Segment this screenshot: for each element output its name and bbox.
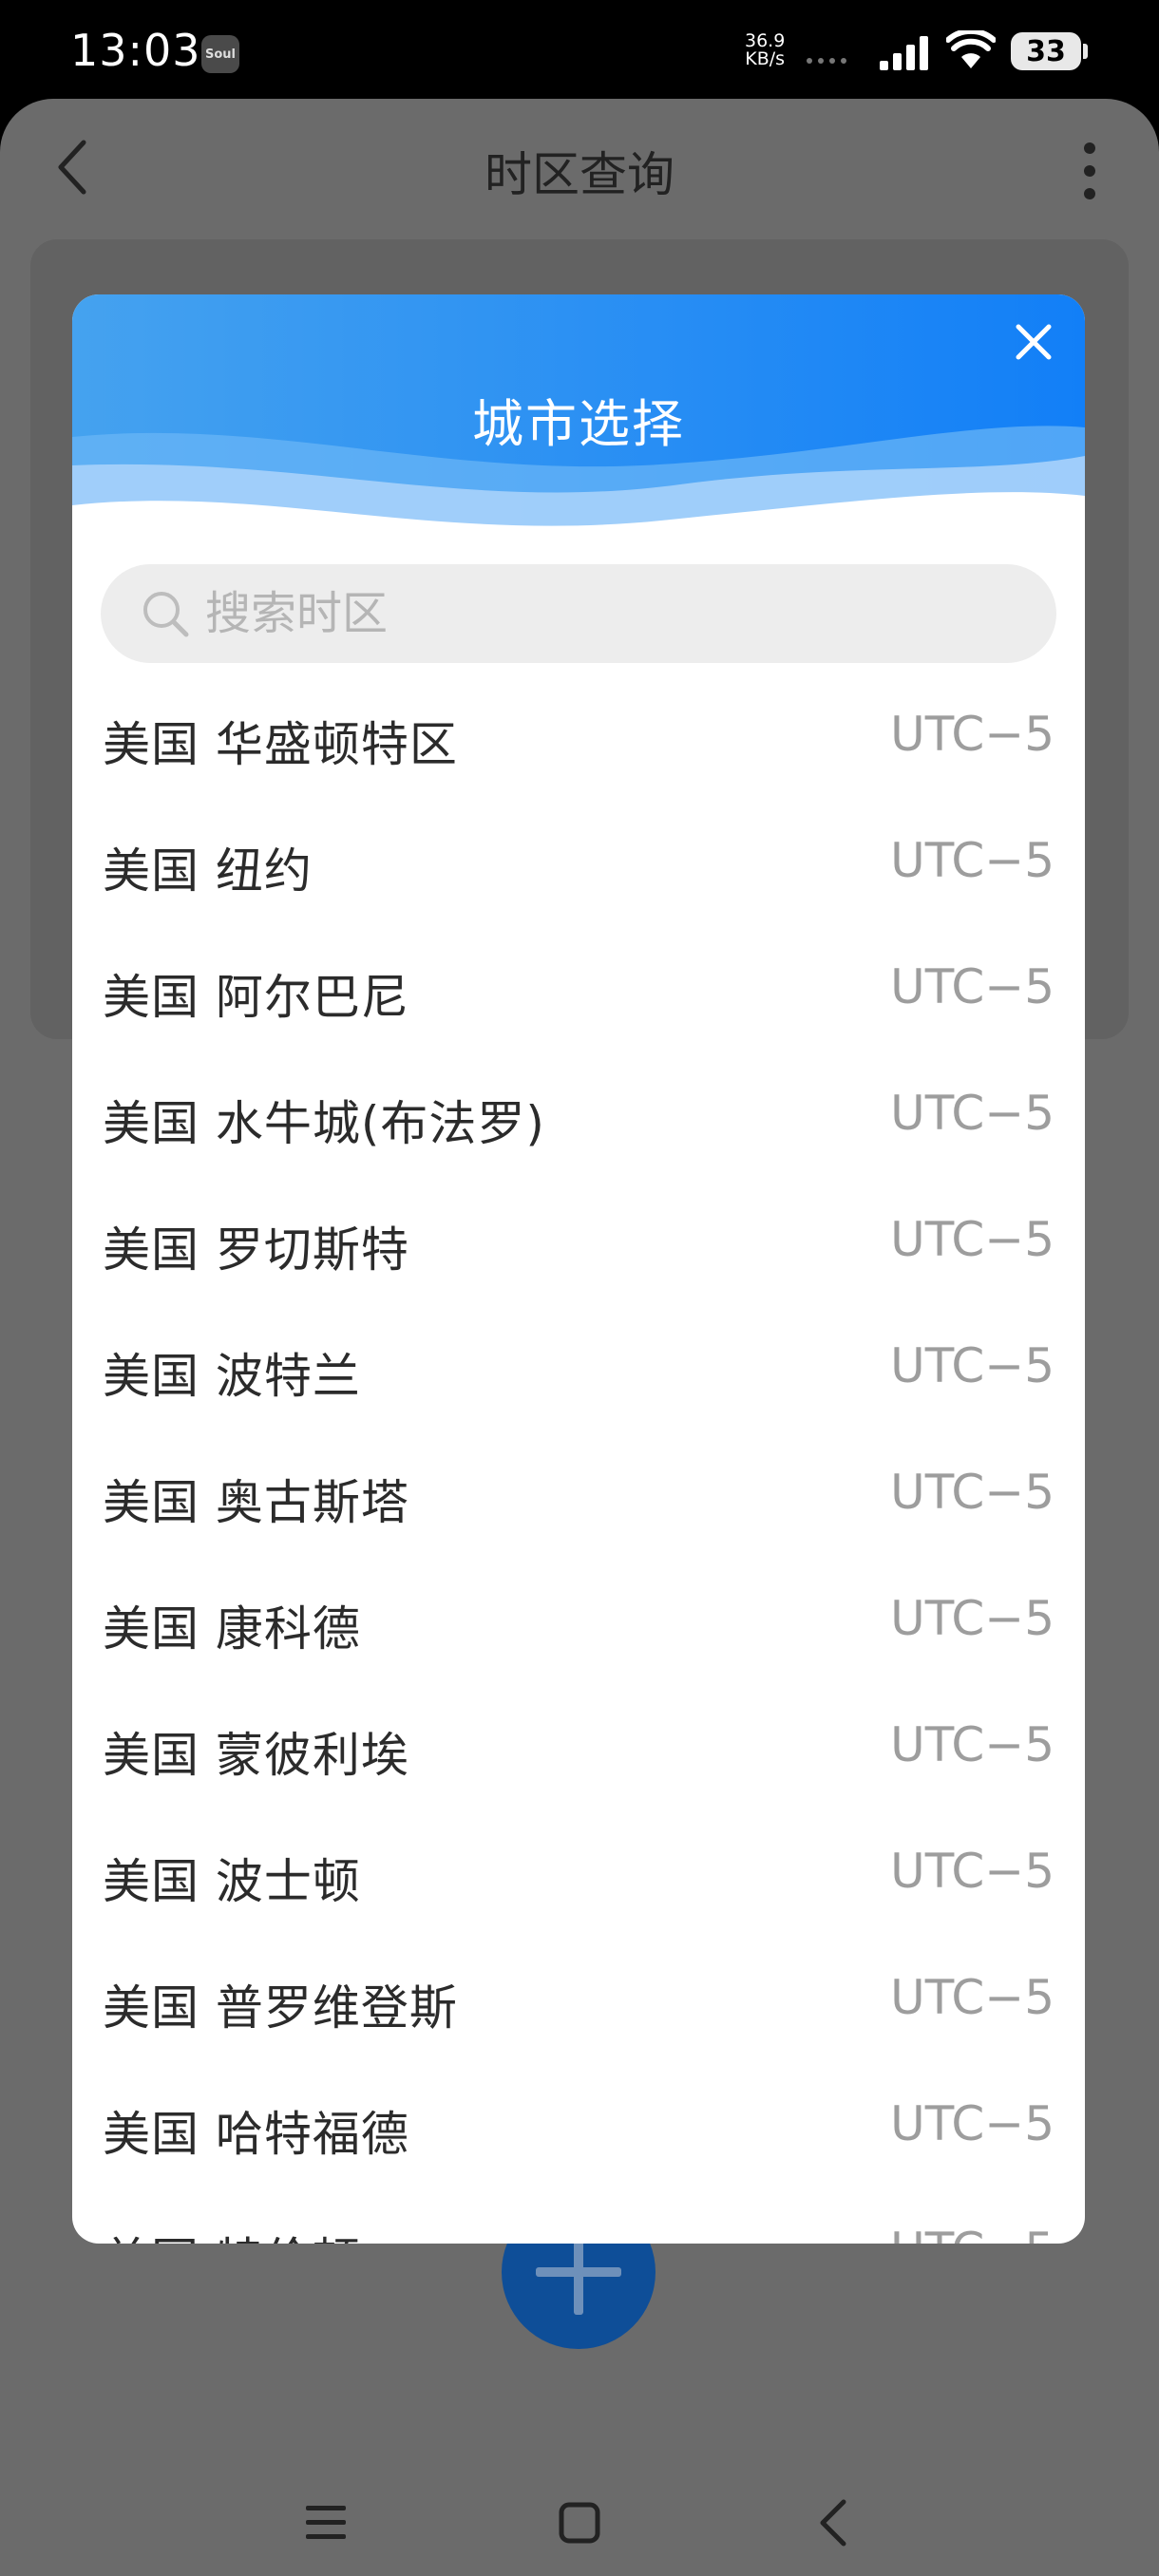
- city-timezone: UTC−5: [890, 1338, 1054, 1393]
- status-bar: 13:03 Soul 36.9 KB/s 33: [0, 0, 1159, 99]
- home-icon[interactable]: [559, 2502, 600, 2544]
- network-speed: 36.9 KB/s: [745, 32, 785, 68]
- city-timezone: UTC−5: [890, 1591, 1054, 1646]
- more-dots-icon: [807, 58, 846, 64]
- search-box[interactable]: [101, 564, 1056, 663]
- city-list-item[interactable]: 美国 纽约 UTC−5: [72, 801, 1085, 927]
- city-timezone: UTC−5: [890, 1465, 1054, 1520]
- city-name: 美国 华盛顿特区: [103, 717, 458, 772]
- city-name: 美国 罗切斯特: [103, 1222, 409, 1278]
- wifi-icon: [946, 30, 996, 68]
- search-input[interactable]: [205, 564, 1022, 663]
- city-list-item[interactable]: 美国 哈特福德 UTC−5: [72, 2064, 1085, 2190]
- city-timezone: UTC−5: [890, 707, 1054, 762]
- recent-apps-icon[interactable]: [304, 2502, 348, 2544]
- city-list-item[interactable]: 美国 罗切斯特 UTC−5: [72, 1180, 1085, 1306]
- nav-back-icon[interactable]: [815, 2498, 849, 2548]
- city-name: 美国 普罗维登斯: [103, 1980, 458, 2036]
- search-icon: [143, 592, 189, 637]
- city-timezone: UTC−5: [890, 1717, 1054, 1772]
- city-timezone: UTC−5: [890, 1086, 1054, 1141]
- city-list-item[interactable]: 美国 普罗维登斯 UTC−5: [72, 1938, 1085, 2064]
- status-time: 13:03: [70, 25, 201, 76]
- city-name: 美国 特伦顿: [103, 2223, 361, 2244]
- city-name: 美国 波特兰: [103, 1349, 361, 1404]
- city-name: 美国 波士顿: [103, 1854, 361, 1909]
- city-list-item[interactable]: 美国 波士顿 UTC−5: [72, 1811, 1085, 1938]
- city-timezone: UTC−5: [890, 959, 1054, 1014]
- city-timezone: UTC−5: [890, 833, 1054, 888]
- city-list-item[interactable]: 美国 水牛城(布法罗) UTC−5: [72, 1053, 1085, 1180]
- city-list-item[interactable]: 美国 奥古斯塔 UTC−5: [72, 1432, 1085, 1559]
- city-timezone: UTC−5: [890, 1970, 1054, 2025]
- city-list-item[interactable]: 美国 波特兰 UTC−5: [72, 1306, 1085, 1432]
- more-menu-icon[interactable]: [1075, 141, 1104, 201]
- city-name: 美国 水牛城(布法罗): [103, 1096, 545, 1151]
- battery-icon: 33: [1011, 32, 1081, 70]
- city-select-dialog: 城市选择 美国 华盛顿特区 UTC−5 美国 纽约 UTC−5 美国 阿尔巴尼 UTC−5…: [72, 294, 1085, 2244]
- city-name: 美国 奥古斯塔: [103, 1475, 409, 1530]
- system-nav-bar: [0, 2473, 1159, 2576]
- city-list-item[interactable]: 美国 康科德 UTC−5: [72, 1559, 1085, 1685]
- city-list-item[interactable]: 美国 华盛顿特区 UTC−5: [72, 674, 1085, 801]
- city-list-item[interactable]: 美国 特伦顿 UTC−5: [72, 2190, 1085, 2244]
- close-icon[interactable]: [1013, 321, 1054, 363]
- city-list: 美国 华盛顿特区 UTC−5 美国 纽约 UTC−5 美国 阿尔巴尼 UTC−5 美国 水牛…: [72, 674, 1085, 2244]
- city-name: 美国 康科德: [103, 1601, 361, 1657]
- signal-icon: [880, 36, 928, 70]
- city-timezone: UTC−5: [890, 2096, 1054, 2151]
- page-title: 时区查询: [484, 147, 674, 202]
- city-timezone: UTC−5: [890, 1844, 1054, 1899]
- soul-app-icon: Soul: [201, 35, 239, 73]
- city-name: 美国 哈特福德: [103, 2107, 409, 2162]
- network-speed-unit: KB/s: [745, 48, 786, 69]
- city-list-item[interactable]: 美国 阿尔巴尼 UTC−5: [72, 927, 1085, 1053]
- city-timezone: UTC−5: [890, 1212, 1054, 1267]
- city-name: 美国 纽约: [103, 843, 313, 899]
- city-name: 美国 阿尔巴尼: [103, 970, 409, 1025]
- city-timezone: UTC−5: [890, 2223, 1054, 2244]
- battery-tip: [1083, 44, 1088, 59]
- city-name: 美国 蒙彼利埃: [103, 1728, 409, 1783]
- dialog-title: 城市选择: [472, 394, 685, 454]
- city-list-item[interactable]: 美国 蒙彼利埃 UTC−5: [72, 1685, 1085, 1811]
